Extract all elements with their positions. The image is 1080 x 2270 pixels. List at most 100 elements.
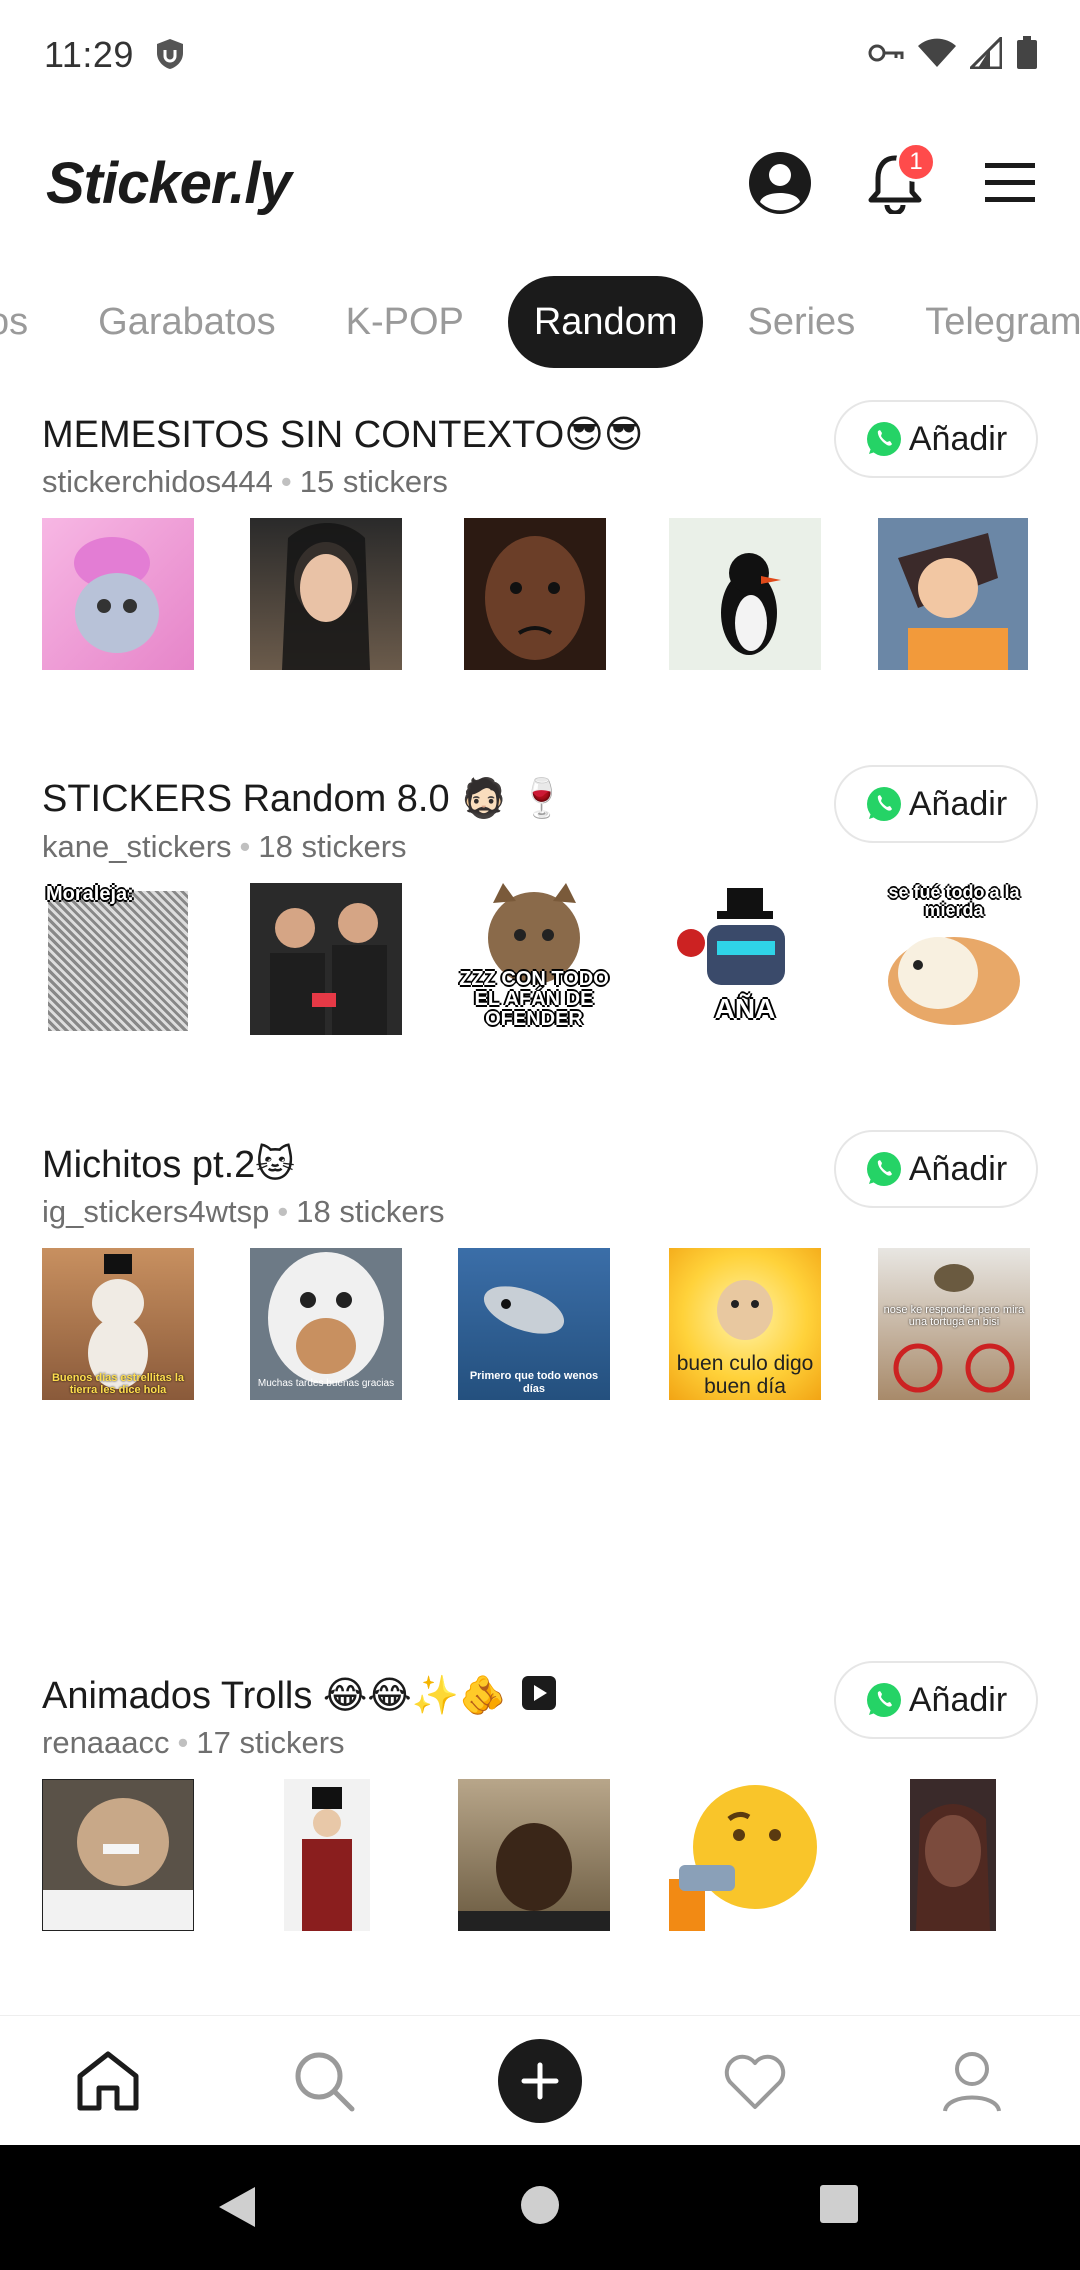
status-bar: 11:29 — [0, 0, 1080, 110]
user-icon — [943, 2052, 1001, 2112]
nav-favorites[interactable] — [710, 2036, 800, 2126]
battery-icon — [1016, 36, 1038, 75]
notification-badge: 1 — [896, 142, 936, 182]
profile-button[interactable] — [745, 150, 815, 220]
pack-count: 17 stickers — [196, 1725, 345, 1760]
sticker-thumbnail[interactable] — [458, 1779, 610, 1931]
plus-icon — [521, 2062, 559, 2100]
signal-icon — [967, 34, 1003, 74]
pack-meta: ig_stickers4wtsp • 18 stickers — [42, 1194, 445, 1229]
pack-meta: renaaacc • 17 stickers — [42, 1725, 345, 1760]
sticker-caption: ZZZ CON TODO EL AFÁN DE OFENDER — [459, 968, 609, 1030]
sticker-thumbnail[interactable]: buen culo digo buen día — [669, 1248, 821, 1400]
back-triangle-icon — [219, 2187, 255, 2227]
sticker-caption: buen culo digo buen día — [676, 1352, 814, 1398]
add-to-whatsapp-button[interactable]: Añadir — [834, 765, 1038, 843]
sticker-thumbnail[interactable] — [464, 518, 606, 670]
add-label: Añadir — [908, 1149, 1008, 1188]
nav-profile[interactable] — [927, 2036, 1017, 2126]
avatar-icon — [747, 150, 813, 221]
animated-play-icon — [521, 1675, 557, 1721]
app-header: Sticker.ly 1 — [0, 130, 1080, 240]
add-to-whatsapp-button[interactable]: Añadir — [834, 1661, 1038, 1739]
sticker-caption: nose ke responder pero mira una tortuga … — [883, 1304, 1025, 1328]
sticker-thumbnail[interactable]: AÑA — [669, 883, 821, 1035]
sticker-row — [42, 518, 1042, 670]
pack-title: MEMESITOS SIN CONTEXTO😎😎 — [42, 414, 644, 456]
add-to-whatsapp-button[interactable]: Añadir — [834, 1130, 1038, 1208]
nav-home[interactable] — [63, 2036, 153, 2126]
status-icons — [868, 34, 1038, 75]
sticker-thumbnail[interactable] — [42, 518, 194, 670]
sticker-thumbnail[interactable] — [669, 1779, 821, 1931]
system-navigation-bar — [0, 2145, 1080, 2270]
sticker-thumbnail[interactable]: Buenos días estrellitas la tierra les di… — [42, 1248, 194, 1400]
sticker-thumbnail[interactable] — [250, 883, 402, 1035]
notifications-button[interactable]: 1 — [860, 142, 936, 220]
bottom-navigation — [0, 2015, 1080, 2145]
pack-meta: stickerchidos444 • 15 stickers — [42, 464, 448, 499]
wifi-icon — [918, 38, 956, 73]
sticker-thumbnail[interactable]: Muchas tardes buenas gracias — [250, 1248, 402, 1400]
sticker-caption: Buenos días estrellitas la tierra les di… — [51, 1372, 185, 1396]
sticker-thumbnail[interactable] — [250, 518, 402, 670]
sticker-thumbnail[interactable]: Primero que todo wenos días — [458, 1248, 610, 1400]
sticker-row — [42, 1779, 1042, 1931]
nav-search[interactable] — [279, 2036, 369, 2126]
whatsapp-icon — [866, 1152, 901, 1186]
add-label: Añadir — [908, 419, 1008, 458]
sticker-caption: Muchas tardes buenas gracias — [257, 1378, 395, 1389]
pack-author: stickerchidos444 — [42, 464, 273, 499]
create-button[interactable] — [498, 2039, 582, 2123]
pack-title: Michitos pt.2🐱 — [42, 1144, 295, 1186]
pack-author: ig_stickers4wtsp — [42, 1194, 270, 1229]
sticker-thumbnail[interactable] — [669, 518, 821, 670]
sticker-thumbnail[interactable] — [42, 1779, 194, 1931]
vpn-key-icon — [868, 43, 904, 68]
sticker-thumbnail[interactable]: Moraleja: — [42, 883, 194, 1035]
sticker-thumbnail[interactable] — [878, 518, 1028, 670]
sticker-caption: se fué todo a la mierda — [888, 883, 1020, 920]
category-tabs: os Garabatos K-POP Random Series Telegra… — [0, 276, 1080, 368]
heart-icon — [724, 2054, 786, 2109]
tab-random[interactable]: Random — [507, 276, 704, 368]
pack-author: renaaacc — [42, 1725, 170, 1760]
pack-title: STICKERS Random 8.0 🧔🏻 🍷 — [42, 778, 566, 820]
home-system-button[interactable] — [518, 2183, 568, 2233]
tab-telegram[interactable]: Telegram — [899, 276, 1080, 368]
pack-title: Animados Trolls 😂😂✨🫵 — [42, 1673, 557, 1721]
status-time: 11:29 — [44, 34, 134, 75]
recents-button[interactable] — [818, 2183, 868, 2233]
add-to-whatsapp-button[interactable]: Añadir — [834, 400, 1038, 478]
sticker-caption: Moraleja: — [46, 883, 134, 905]
tab-kpop[interactable]: K-POP — [320, 276, 490, 368]
tab-series[interactable]: Series — [721, 276, 881, 368]
whatsapp-icon — [866, 422, 901, 456]
add-label: Añadir — [908, 1680, 1008, 1719]
search-icon — [295, 2052, 355, 2112]
nav-create[interactable] — [495, 2036, 585, 2126]
sticker-thumbnail[interactable]: ZZZ CON TODO EL AFÁN DE OFENDER — [458, 883, 610, 1035]
pack-meta: kane_stickers • 18 stickers — [42, 829, 407, 864]
menu-button[interactable] — [975, 150, 1045, 220]
home-icon — [77, 2051, 139, 2111]
pack-count: 18 stickers — [296, 1194, 445, 1229]
sticker-row: Moraleja: ZZZ CON TODO EL AFÁN DE OFENDE… — [42, 883, 1042, 1035]
tab-os[interactable]: os — [0, 276, 54, 368]
pack-title-text: Animados Trolls 😂😂✨🫵 — [42, 1675, 507, 1717]
whatsapp-icon — [866, 787, 901, 821]
recents-square-icon — [820, 2185, 858, 2223]
sticker-row: Buenos días estrellitas la tierra les di… — [42, 1248, 1042, 1400]
whatsapp-icon — [866, 1683, 901, 1717]
tab-garabatos[interactable]: Garabatos — [72, 276, 301, 368]
back-button[interactable] — [215, 2183, 265, 2233]
add-label: Añadir — [908, 784, 1008, 823]
pack-count: 18 stickers — [258, 829, 407, 864]
sticker-caption: AÑA — [714, 993, 776, 1024]
sticker-thumbnail[interactable] — [910, 1779, 996, 1931]
pack-count: 15 stickers — [299, 464, 448, 499]
sticker-thumbnail[interactable]: se fué todo a la mierda — [878, 883, 1030, 1035]
sticker-thumbnail[interactable] — [284, 1779, 370, 1931]
sticker-thumbnail[interactable]: nose ke responder pero mira una tortuga … — [878, 1248, 1030, 1400]
shield-icon — [155, 38, 185, 75]
